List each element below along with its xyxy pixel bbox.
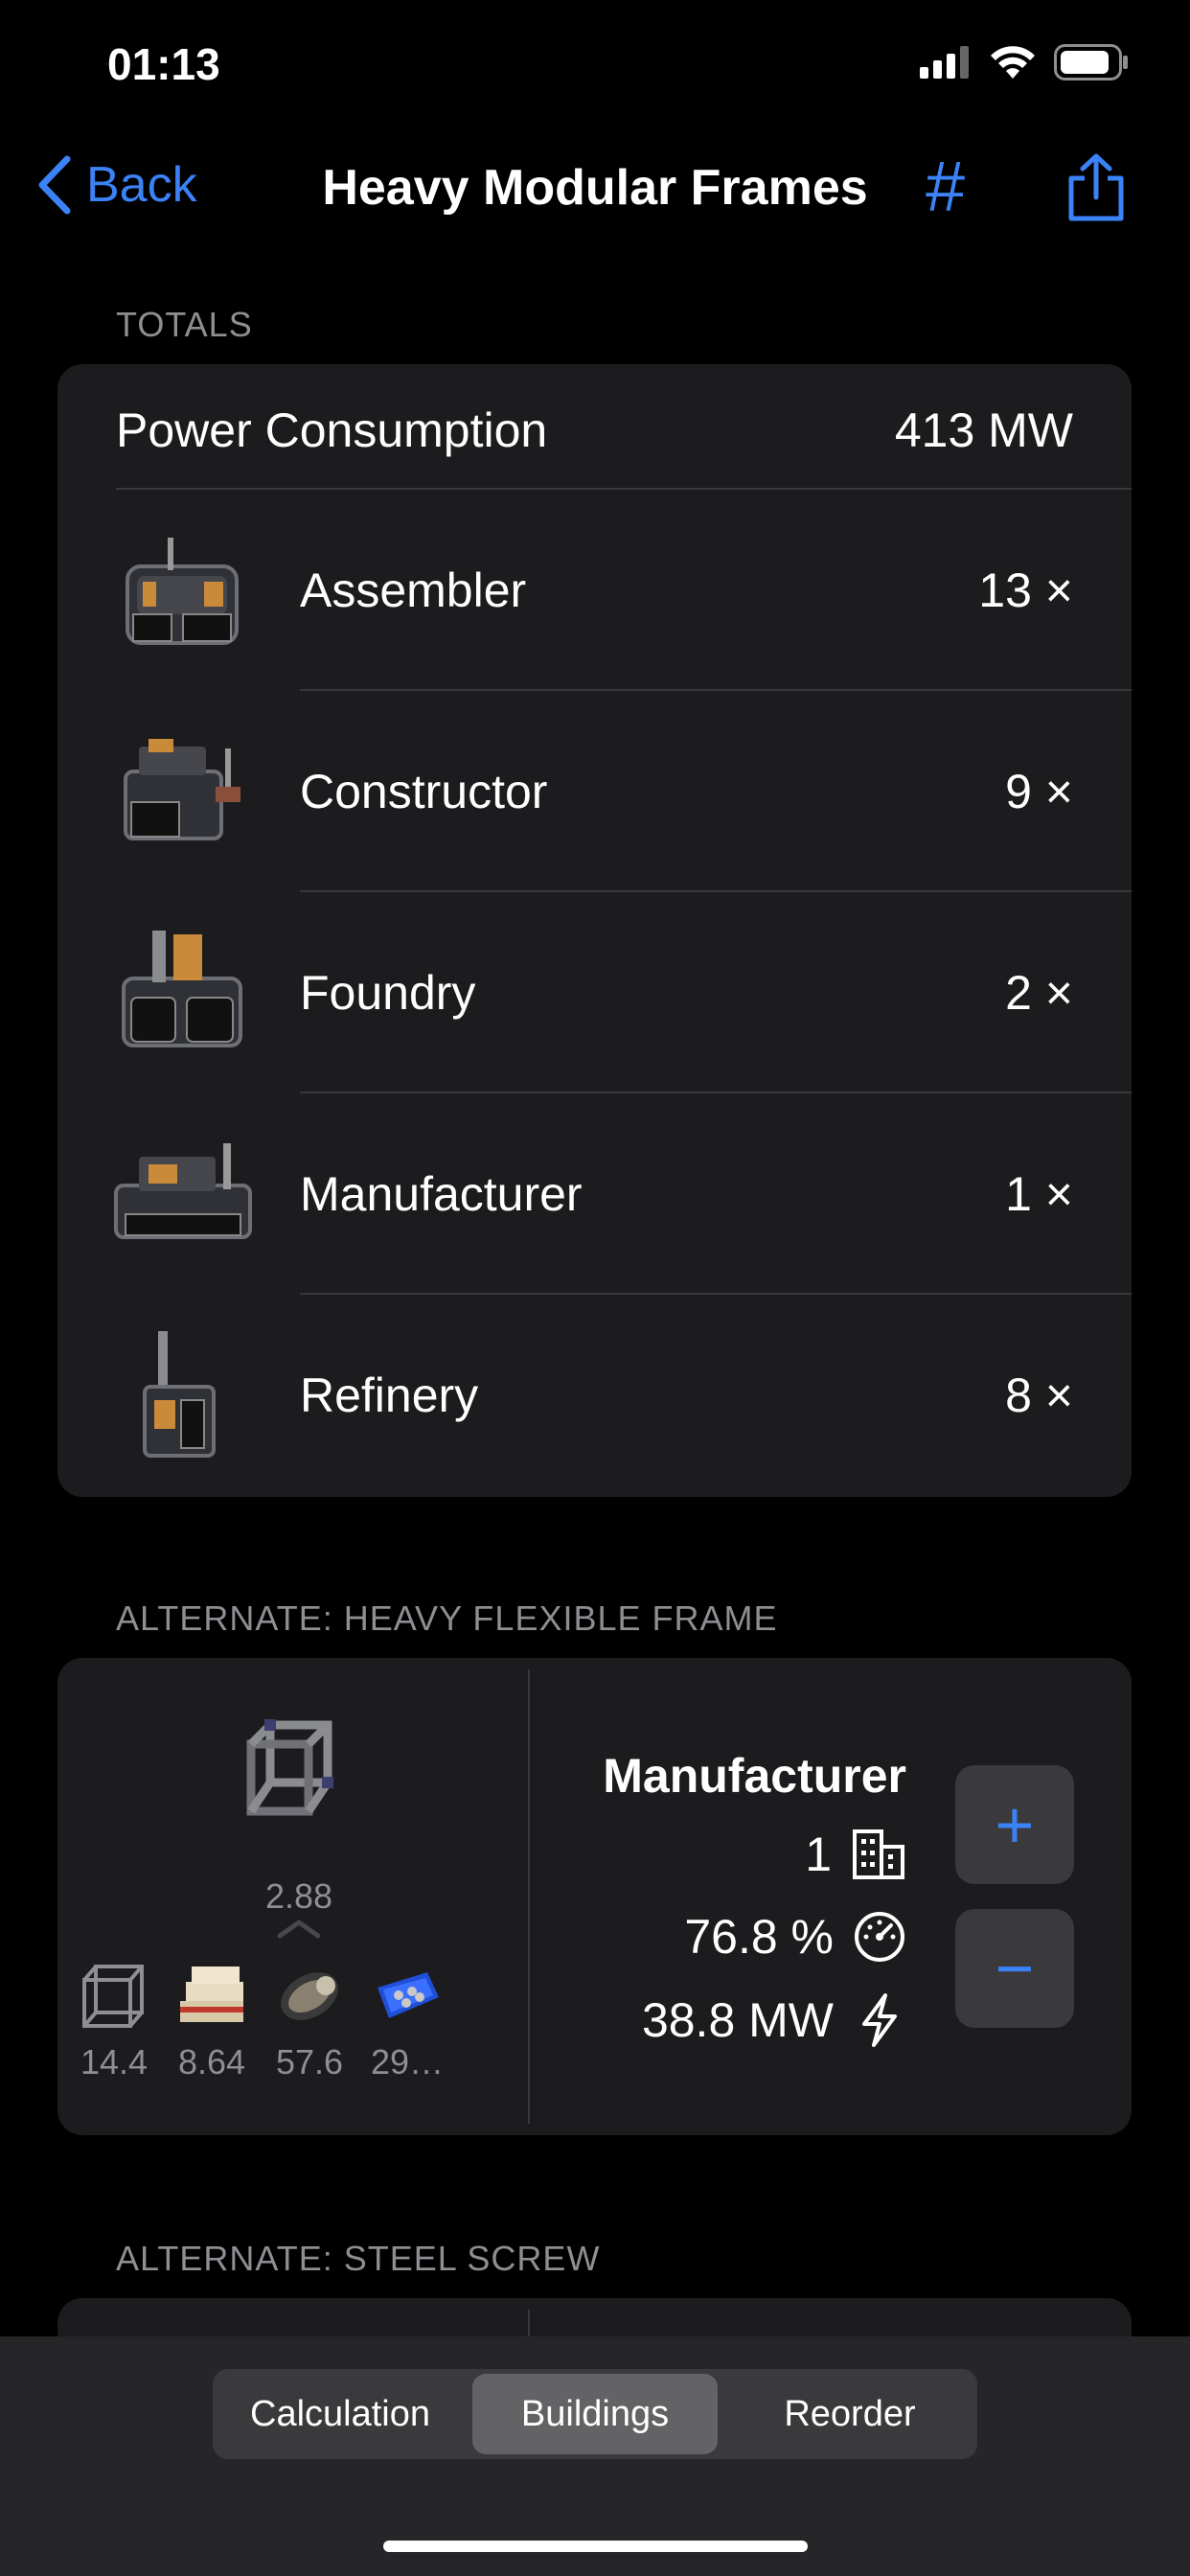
- tab-calculation[interactable]: Calculation: [217, 2374, 463, 2454]
- building-name: Assembler: [300, 564, 527, 617]
- modular-frame-icon: [82, 1965, 144, 2028]
- speedometer-icon: [855, 1912, 904, 1962]
- lightning-bolt-icon: [862, 1993, 897, 2047]
- totals-header: TOTALS: [116, 305, 253, 344]
- back-button[interactable]: Back: [34, 155, 197, 215]
- manufacturer-icon: [114, 1143, 252, 1239]
- building-name: Constructor: [300, 765, 548, 818]
- ingredient-amount: 14.4: [80, 2042, 149, 2082]
- building-row-manufacturer[interactable]: Manufacturer 1 ×: [57, 1093, 1132, 1295]
- recipe2-header: ALTERNATE: STEEL SCREW: [116, 2239, 601, 2278]
- heavy-modular-frame-icon: [246, 1719, 333, 1816]
- building-name: Refinery: [300, 1368, 479, 1422]
- building-count: 1 ×: [1005, 1167, 1073, 1221]
- building-count-value: 1: [805, 1828, 832, 1881]
- battery-icon: [1054, 44, 1128, 80]
- building-row-refinery[interactable]: Refinery 8 ×: [57, 1295, 1132, 1496]
- product-amount: 2.88: [264, 1876, 333, 1916]
- ingredient-item[interactable]: 57.6: [266, 1959, 353, 2082]
- ingredient-amount: 29…: [370, 2042, 445, 2082]
- recipe-building-name: Manufacturer: [603, 1749, 906, 1803]
- refinery-icon: [143, 1331, 216, 1458]
- number-format-button[interactable]: #: [926, 151, 965, 222]
- building-count: 9 ×: [1005, 765, 1073, 818]
- recipe-card[interactable]: 2.88 14.4 8.64 57.6 29… Manufacturer 1 7…: [57, 1658, 1132, 2135]
- ingredient-item[interactable]: 14.4: [71, 1959, 157, 2082]
- building-row-constructor[interactable]: Constructor 9 ×: [57, 691, 1132, 892]
- status-time: 01:13: [107, 39, 220, 89]
- building-row-foundry[interactable]: Foundry 2 ×: [57, 892, 1132, 1093]
- totals-card: Power Consumption 413 MW Assembler 13 × …: [57, 364, 1132, 1497]
- decrease-button[interactable]: −: [955, 1909, 1074, 2028]
- home-indicator[interactable]: [383, 2541, 808, 2552]
- ingredient-amount: 8.64: [177, 2042, 246, 2082]
- back-label: Back: [86, 157, 197, 213]
- screws-icon: [378, 1972, 439, 2018]
- share-button[interactable]: [1065, 153, 1127, 227]
- power-consumption-value: 413 MW: [894, 403, 1073, 457]
- recipe-header: ALTERNATE: HEAVY FLEXIBLE FRAME: [116, 1598, 778, 1638]
- ingredient-amount: 57.6: [275, 2042, 344, 2082]
- clock-speed-stat: 76.8 %: [684, 1909, 906, 1965]
- chevron-left-icon: [38, 155, 71, 215]
- rotor-icon: [281, 1972, 338, 2020]
- building-count-stat: 1: [805, 1827, 906, 1882]
- building-name: Manufacturer: [300, 1167, 583, 1221]
- recipe-divider: [528, 1669, 530, 2124]
- building-count: 13 ×: [978, 564, 1073, 617]
- share-icon: [1068, 153, 1124, 221]
- building-count: 8 ×: [1005, 1368, 1073, 1422]
- building-count: 2 ×: [1005, 966, 1073, 1020]
- encased-beam-icon: [180, 1966, 243, 2022]
- ingredient-item[interactable]: 29…: [364, 1959, 450, 2082]
- building-name: Foundry: [300, 966, 476, 1020]
- power-consumption-row: Power Consumption 413 MW: [57, 364, 1132, 492]
- constructor-icon: [124, 739, 240, 840]
- status-icons: [920, 44, 1129, 80]
- cellular-signal-icon: [920, 46, 969, 79]
- foundry-icon: [122, 931, 242, 1047]
- increase-button[interactable]: +: [955, 1765, 1074, 1884]
- clock-speed-value: 76.8 %: [684, 1910, 834, 1964]
- tab-buildings[interactable]: Buildings: [472, 2374, 718, 2454]
- segmented-control[interactable]: Calculation Buildings Reorder: [213, 2369, 977, 2459]
- assembler-icon: [126, 538, 239, 645]
- building-row-assembler[interactable]: Assembler 13 ×: [57, 490, 1132, 691]
- chevron-up-icon[interactable]: [276, 1919, 322, 1940]
- power-consumption-label: Power Consumption: [116, 403, 548, 457]
- power-stat: 38.8 MW: [642, 1991, 906, 2049]
- building-icon: [853, 1829, 904, 1879]
- tab-reorder[interactable]: Reorder: [727, 2374, 973, 2454]
- ingredient-item[interactable]: 8.64: [169, 1959, 255, 2082]
- wifi-icon: [991, 46, 1035, 79]
- power-value: 38.8 MW: [641, 1993, 834, 2047]
